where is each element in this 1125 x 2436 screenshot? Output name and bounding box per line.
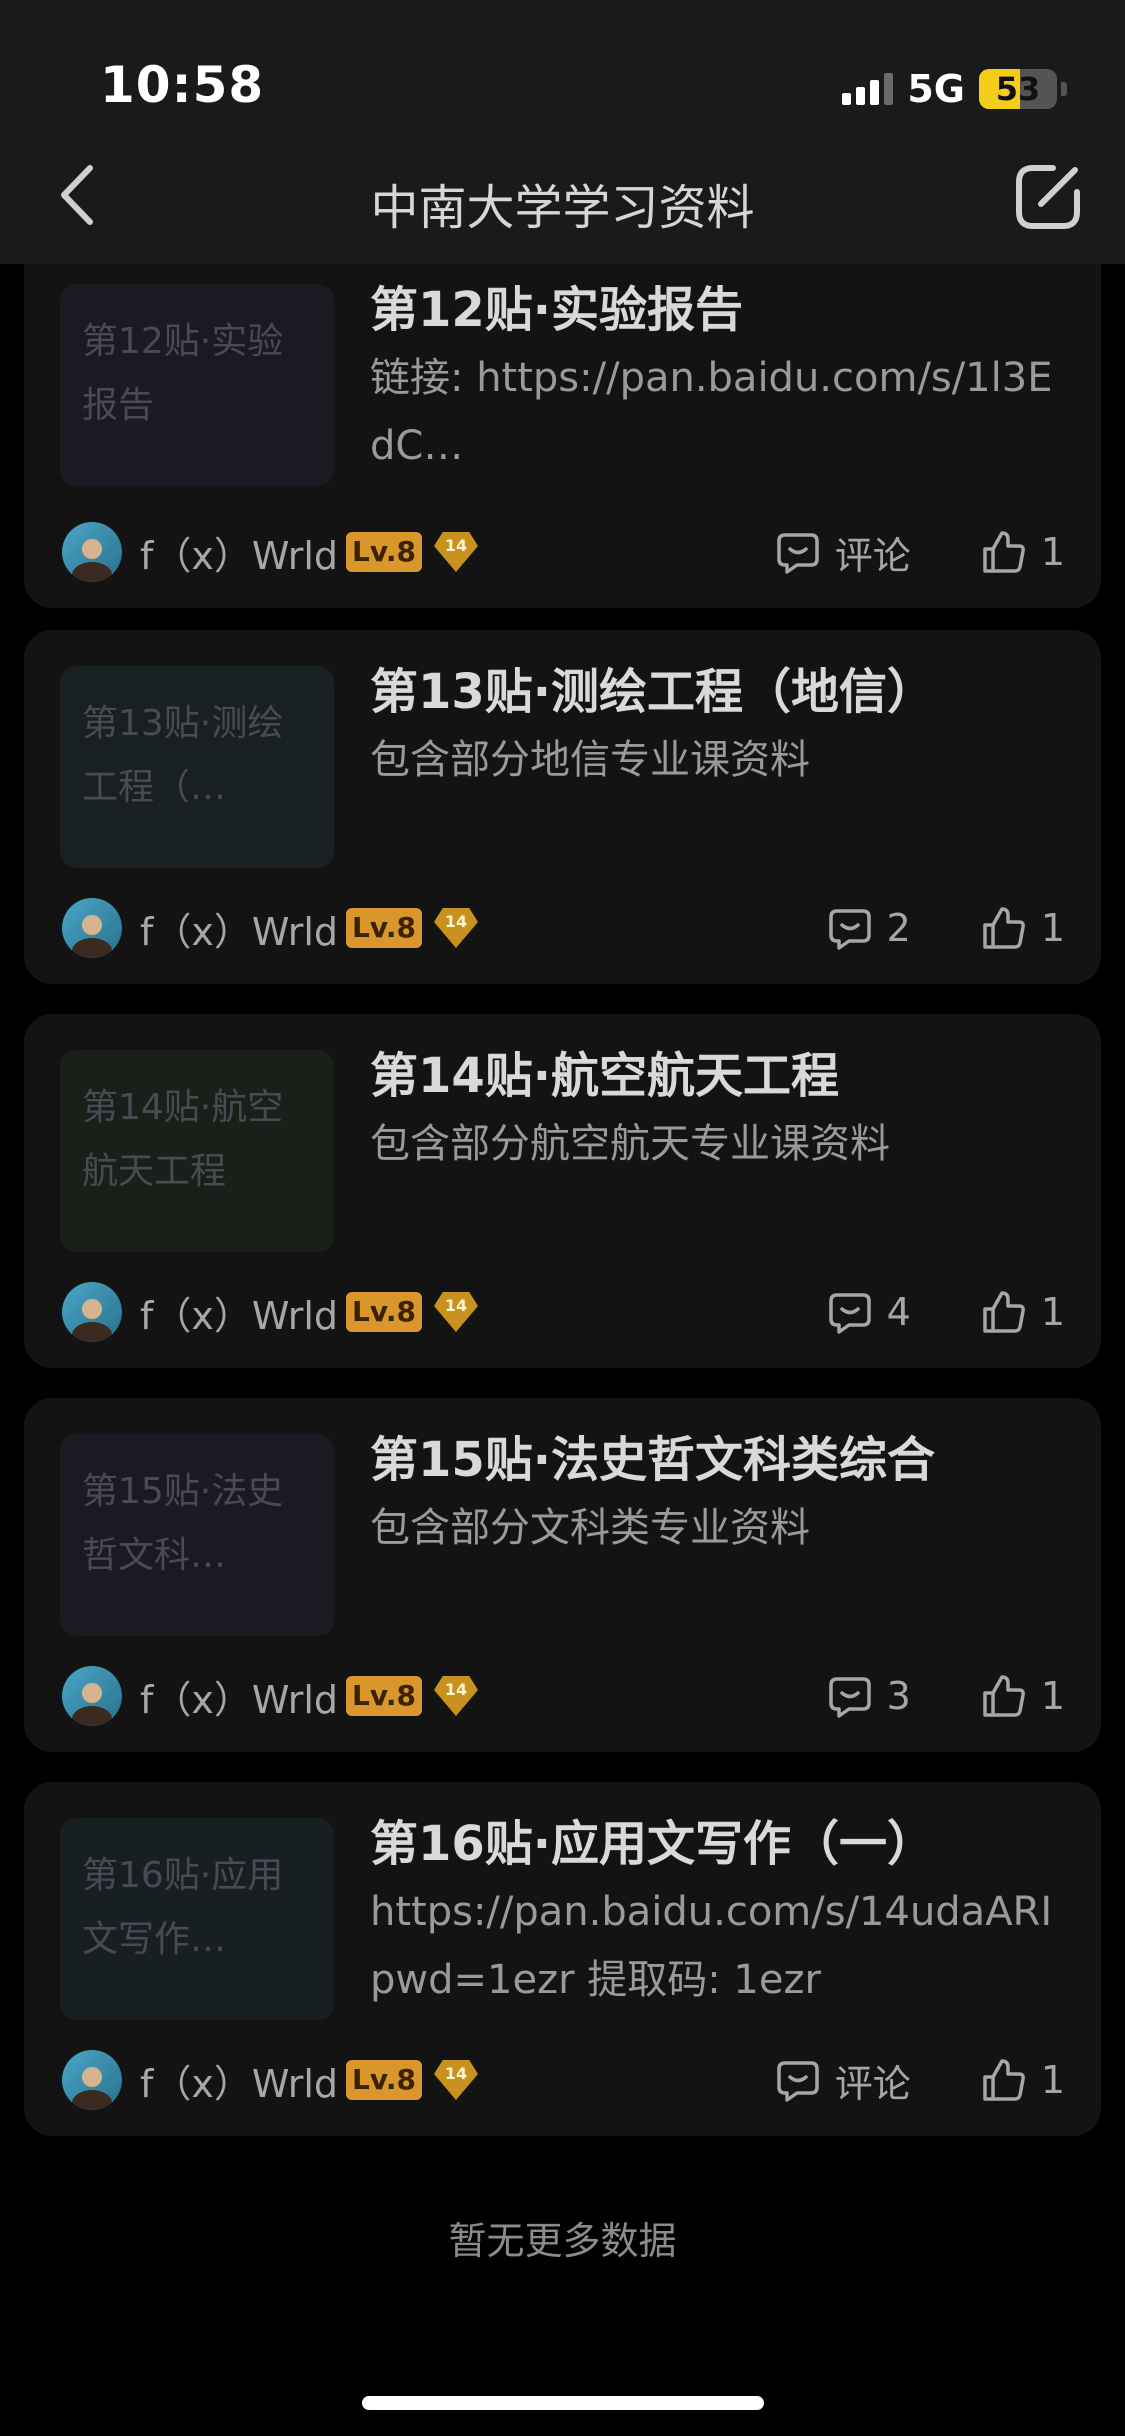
post-footer: f（x）Wrld Lv.8 14 2 1 <box>62 898 1065 958</box>
thumbnail-text: 第15贴·法史哲文科… <box>82 1471 284 1576</box>
author-name[interactable]: f（x）Wrld <box>140 525 338 580</box>
like-button[interactable]: 1 <box>981 905 1065 951</box>
like-button[interactable]: 1 <box>981 1673 1065 1719</box>
author-name[interactable]: f（x）Wrld <box>140 2053 338 2108</box>
avatar[interactable] <box>62 1282 122 1342</box>
post-footer: f（x）Wrld Lv.8 14 4 1 <box>62 1282 1065 1342</box>
post-card[interactable]: 第14贴·航空航天工程 第14贴·航空航天工程 包含部分航空航天专业课资料 f（… <box>24 1014 1101 1368</box>
like-button[interactable]: 1 <box>981 1289 1065 1335</box>
post-thumbnail: 第15贴·法史哲文科… <box>60 1434 334 1636</box>
avatar[interactable] <box>62 2050 122 2110</box>
thumbnail-text: 第14贴·航空航天工程 <box>82 1087 284 1192</box>
post-thumbnail: 第13贴·测绘工程（… <box>60 666 334 868</box>
network-type: 5G <box>907 67 965 111</box>
comment-button[interactable]: 2 <box>827 905 911 951</box>
post-card[interactable]: 第16贴·应用文写作… 第16贴·应用文写作（一） https://pan.ba… <box>24 1782 1101 2136</box>
author-name[interactable]: f（x）Wrld <box>140 1669 338 1724</box>
post-description: https://pan.baidu.com/s/14udaARI pwd=1ez… <box>370 1889 1053 2003</box>
comment-count: 4 <box>886 1290 911 1334</box>
post-description: 包含部分文科类专业资料 <box>370 1505 810 1551</box>
top-bar: 10:58 5G 53 中南大学学习资料 <box>0 0 1125 264</box>
like-count: 1 <box>1040 1290 1065 1334</box>
comment-count: 2 <box>886 906 911 950</box>
post-card[interactable]: 第15贴·法史哲文科… 第15贴·法史哲文科类综合 包含部分文科类专业资料 f（… <box>24 1398 1101 1752</box>
comment-count: 评论 <box>834 533 911 578</box>
post-title: 第14贴·航空航天工程 <box>370 1048 840 1104</box>
comment-icon <box>777 2061 819 2102</box>
edit-square-icon <box>1016 165 1080 229</box>
like-button[interactable]: 1 <box>981 2057 1065 2103</box>
thumbnail-text: 第16贴·应用文写作… <box>82 1855 284 1960</box>
edit-button[interactable] <box>1011 160 1085 234</box>
comment-count: 3 <box>886 1674 911 1718</box>
comment-icon <box>777 533 819 574</box>
comment-icon <box>828 1677 871 1718</box>
post-description: 链接: https://pan.baidu.com/s/1l3EdC… <box>370 355 1053 469</box>
post-thumbnail: 第16贴·应用文写作… <box>60 1818 334 2020</box>
comment-button[interactable]: 4 <box>827 1289 911 1335</box>
avatar[interactable] <box>62 522 122 582</box>
comment-icon <box>828 909 871 950</box>
post-title: 第12贴·实验报告 <box>370 282 744 338</box>
thumbs-up-icon <box>983 1291 1025 1333</box>
comment-button[interactable]: 3 <box>827 1673 911 1719</box>
thumbs-up-icon <box>983 907 1025 949</box>
author-name[interactable]: f（x）Wrld <box>140 1285 338 1340</box>
post-thumbnail: 第12贴·实验报告 <box>60 284 334 486</box>
thumbnail-text: 第12贴·实验报告 <box>82 321 284 426</box>
post-card[interactable]: 第13贴·测绘工程（… 第13贴·测绘工程（地信） 包含部分地信专业课资料 f（… <box>24 630 1101 984</box>
gem-badge-icon: 14 <box>433 1676 478 1716</box>
level-badge: Lv.8 <box>346 1676 422 1716</box>
no-more-data-text: 暂无更多数据 <box>448 2219 677 2263</box>
battery-icon: 53 <box>979 69 1057 109</box>
thumbnail-text: 第13贴·测绘工程（… <box>82 703 284 808</box>
thumbs-up-icon <box>983 2059 1025 2101</box>
page-title: 中南大学学习资料 <box>370 180 755 236</box>
home-indicator[interactable] <box>362 2396 764 2410</box>
comment-icon <box>828 1293 871 1334</box>
gem-badge-icon: 14 <box>433 908 478 948</box>
post-description: 包含部分地信专业课资料 <box>370 737 810 783</box>
level-badge: Lv.8 <box>346 2060 422 2100</box>
post-title: 第16贴·应用文写作（一） <box>370 1816 936 1872</box>
post-thumbnail: 第14贴·航空航天工程 <box>60 1050 334 1252</box>
post-title: 第13贴·测绘工程（地信） <box>370 664 936 720</box>
thumbs-up-icon <box>983 531 1025 573</box>
avatar[interactable] <box>62 898 122 958</box>
comment-count: 评论 <box>834 2061 911 2106</box>
level-badge: Lv.8 <box>346 1292 422 1332</box>
level-badge: Lv.8 <box>346 908 422 948</box>
thumbs-up-icon <box>983 1675 1025 1717</box>
level-badge: Lv.8 <box>346 532 422 572</box>
status-time: 10:58 <box>100 56 265 114</box>
like-count: 1 <box>1040 1674 1065 1718</box>
like-count: 1 <box>1040 2058 1065 2102</box>
post-footer: f（x）Wrld Lv.8 14 评论 1 <box>62 2050 1065 2110</box>
like-button[interactable]: 1 <box>981 529 1065 575</box>
gem-badge-icon: 14 <box>433 1292 478 1332</box>
like-count: 1 <box>1040 906 1065 950</box>
post-footer: f（x）Wrld Lv.8 14 3 1 <box>62 1666 1065 1726</box>
avatar[interactable] <box>62 1666 122 1726</box>
post-card[interactable]: 第12贴·实验报告 第12贴·实验报告 链接: https://pan.baid… <box>24 220 1101 608</box>
gem-badge-icon: 14 <box>433 532 478 572</box>
post-description: 包含部分航空航天专业课资料 <box>370 1121 890 1167</box>
battery-level: 53 <box>995 70 1041 108</box>
comment-button[interactable]: 评论 <box>775 2053 911 2108</box>
like-count: 1 <box>1040 530 1065 574</box>
post-title: 第15贴·法史哲文科类综合 <box>370 1432 936 1488</box>
gem-badge-icon: 14 <box>433 2060 478 2100</box>
signal-icon <box>842 73 894 105</box>
author-name[interactable]: f（x）Wrld <box>140 901 338 956</box>
post-footer: f（x）Wrld Lv.8 14 评论 1 <box>62 522 1065 582</box>
comment-button[interactable]: 评论 <box>775 525 911 580</box>
status-indicators: 5G 53 <box>842 64 1067 114</box>
